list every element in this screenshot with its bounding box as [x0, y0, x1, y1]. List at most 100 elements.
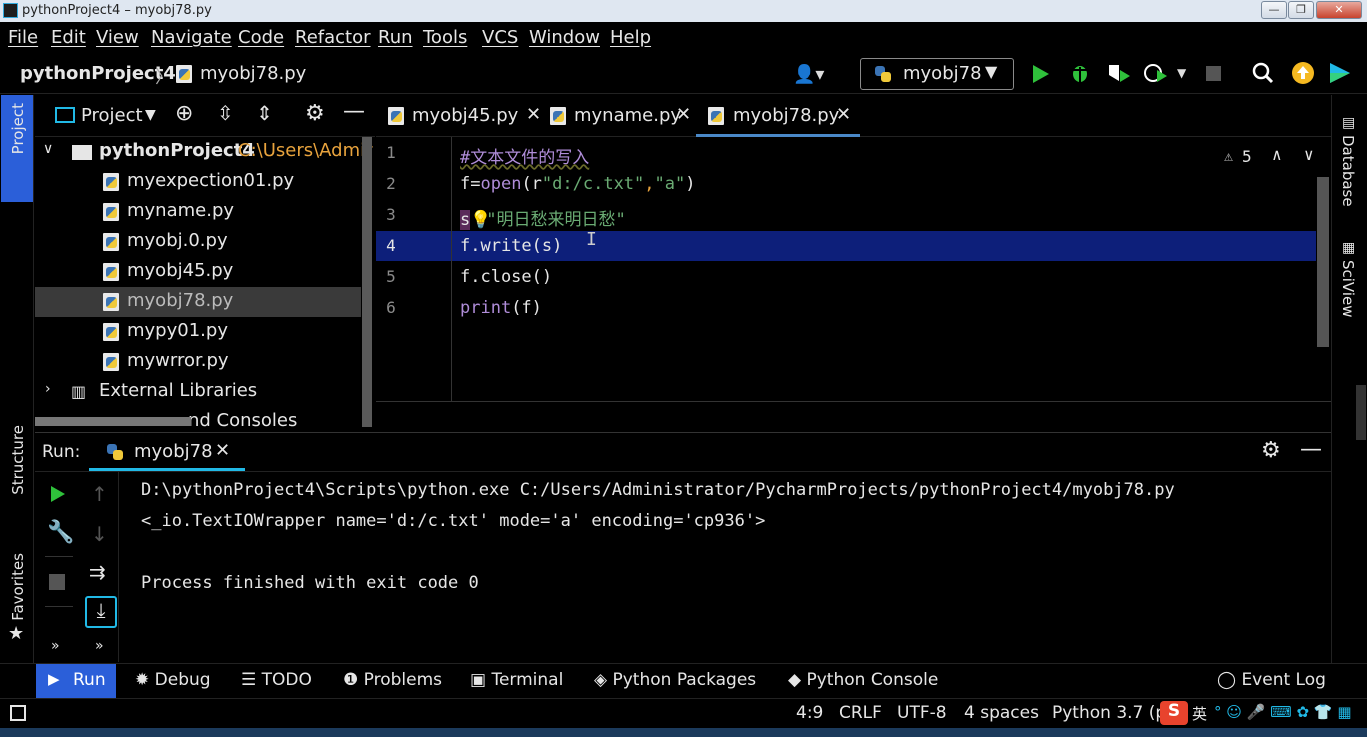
menu-view[interactable]: View: [96, 27, 139, 48]
terminal-tool-button[interactable]: ▣ Terminal: [470, 670, 563, 690]
favorites-tool-tab[interactable]: Favorites: [9, 553, 27, 621]
menu-edit[interactable]: Edit: [51, 27, 86, 48]
cursor-position[interactable]: 4:9: [796, 703, 823, 723]
chevron-right-icon[interactable]: ›: [45, 381, 51, 397]
close-tab-icon[interactable]: ✕: [676, 104, 691, 125]
more-actions-icon[interactable]: »: [95, 638, 104, 654]
stop-icon[interactable]: [49, 574, 65, 590]
tree-root-folder[interactable]: ∨ pythonProject4 C:\Users\Admir: [35, 137, 373, 167]
tree-external-libraries[interactable]: › ▥ External Libraries: [35, 377, 361, 407]
python-console-tool-button[interactable]: ◆ Python Console: [788, 670, 938, 690]
user-account-icon[interactable]: 👤▾: [793, 64, 824, 85]
run-tab-myobj78[interactable]: myobj78 ✕: [89, 433, 245, 471]
menu-tools[interactable]: Tools: [423, 27, 467, 48]
tree-file-item[interactable]: myexpection01.py: [35, 167, 361, 197]
hide-panel-icon[interactable]: —: [343, 99, 365, 124]
hide-panel-icon[interactable]: —: [1300, 437, 1322, 462]
collapse-all-icon[interactable]: ⇕: [256, 101, 273, 125]
vertical-scrollbar[interactable]: [1356, 385, 1366, 440]
menu-vcs[interactable]: VCS: [482, 27, 518, 48]
more-run-options-icon[interactable]: ▼: [1177, 66, 1186, 80]
down-arrow-icon[interactable]: ↓: [91, 522, 108, 546]
rerun-icon[interactable]: [49, 484, 67, 504]
profile-icon[interactable]: [1143, 62, 1173, 84]
settings-gear-icon[interactable]: ⚙: [1261, 438, 1281, 463]
project-view-select[interactable]: Project: [81, 105, 143, 126]
run-console-output[interactable]: D:\pythonProject4\Scripts\python.exe C:/…: [120, 472, 1331, 662]
menu-window[interactable]: Window: [529, 27, 600, 48]
close-tab-icon[interactable]: ✕: [526, 104, 541, 125]
todo-tool-button[interactable]: ☰ TODO: [241, 670, 312, 690]
lightbulb-icon[interactable]: 💡: [470, 210, 491, 230]
external-libraries-label: External Libraries: [99, 380, 258, 401]
more-actions-icon[interactable]: »: [51, 638, 60, 654]
expand-all-icon[interactable]: ⇳: [217, 101, 234, 125]
menu-help[interactable]: Help: [610, 27, 651, 48]
tab-myobj45[interactable]: myobj45.py ✕: [386, 95, 544, 137]
scroll-to-end-icon[interactable]: ⤓: [85, 596, 117, 628]
ime-language[interactable]: 英: [1192, 703, 1207, 724]
menu-run[interactable]: Run: [378, 27, 413, 48]
menu-file[interactable]: File: [8, 27, 38, 48]
chevron-down-icon[interactable]: ▼: [145, 107, 156, 123]
warning-count[interactable]: 5: [1242, 147, 1252, 166]
code-editor[interactable]: 1 2 3 4 5 6 #文本文件的写入 f=open(r"d:/c.txt",…: [376, 137, 1331, 402]
close-tab-icon[interactable]: ✕: [836, 104, 851, 125]
window-title: pythonProject4 – myobj78.py: [22, 3, 212, 18]
layout-toggle-icon[interactable]: [10, 705, 26, 721]
menu-code[interactable]: Code: [238, 27, 284, 48]
next-highlight-icon[interactable]: ∨: [1304, 145, 1314, 164]
problems-tool-button[interactable]: ❶ Problems: [343, 670, 442, 690]
update-icon[interactable]: [1291, 61, 1315, 85]
settings-gear-icon[interactable]: ⚙: [305, 101, 325, 126]
jetbrains-toolbox-icon[interactable]: [1328, 61, 1352, 85]
menu-refactor[interactable]: Refactor: [295, 27, 371, 48]
tree-scratches[interactable]: nd Consoles: [35, 407, 361, 430]
run-configuration-select[interactable]: myobj78 ▼: [860, 58, 1014, 90]
editor-scrollbar[interactable]: [1317, 177, 1329, 347]
search-icon[interactable]: [1252, 62, 1274, 84]
horizontal-scrollbar[interactable]: [35, 417, 191, 426]
debug-tool-button[interactable]: ✹ Debug: [135, 670, 211, 690]
python-packages-tool-button[interactable]: ◈ Python Packages: [594, 670, 756, 690]
warning-icon[interactable]: ⚠: [1224, 147, 1233, 165]
breadcrumb-file[interactable]: myobj78.py: [200, 63, 306, 84]
previous-highlight-icon[interactable]: ∧: [1272, 145, 1282, 164]
vertical-scrollbar[interactable]: [362, 137, 372, 427]
tab-myname[interactable]: myname.py ✕: [548, 95, 694, 137]
python-interpreter[interactable]: Python 3.7 (p: [1052, 703, 1166, 723]
chevron-down-icon[interactable]: ∨: [43, 141, 53, 157]
event-log-tool-button[interactable]: ◯ Event Log: [1217, 670, 1326, 690]
locate-file-icon[interactable]: ⊕: [175, 101, 193, 126]
line-separator[interactable]: CRLF: [839, 703, 882, 723]
stop-icon[interactable]: [1206, 66, 1221, 81]
tab-myobj78[interactable]: myobj78.py ✕: [696, 95, 860, 137]
file-encoding[interactable]: UTF-8: [897, 703, 947, 723]
ime-logo-icon[interactable]: S: [1160, 701, 1188, 725]
ime-toolbar-icons[interactable]: ° ☺ 🎤 ⌨ ✿ 👕 ▦: [1214, 703, 1352, 721]
close-tab-icon[interactable]: ✕: [215, 440, 230, 461]
debug-icon[interactable]: [1069, 62, 1091, 84]
indent-setting[interactable]: 4 spaces: [964, 703, 1039, 723]
tree-file-item[interactable]: myobj.0.py: [35, 227, 361, 257]
wrench-icon[interactable]: 🔧: [47, 520, 74, 545]
sciview-tool-tab[interactable]: SciView: [1339, 260, 1357, 318]
project-tool-tab[interactable]: Project: [1, 95, 33, 202]
close-window-button[interactable]: ✕: [1316, 1, 1362, 19]
soft-wrap-icon[interactable]: ⇉: [89, 560, 106, 584]
run-tool-button[interactable]: ▶ Run: [36, 664, 116, 699]
run-with-coverage-icon[interactable]: [1106, 62, 1132, 84]
tree-file-item[interactable]: mywrror.py: [35, 347, 361, 377]
up-arrow-icon[interactable]: ↑: [91, 482, 108, 506]
tree-file-item-selected[interactable]: myobj78.py: [35, 287, 361, 317]
breadcrumb-project[interactable]: pythonProject4: [20, 63, 176, 84]
tree-file-item[interactable]: mypy01.py: [35, 317, 361, 347]
run-icon[interactable]: [1031, 63, 1051, 85]
maximize-button[interactable]: ❐: [1288, 1, 1314, 19]
tree-file-item[interactable]: myobj45.py: [35, 257, 361, 287]
database-tool-tab[interactable]: Database: [1339, 135, 1357, 207]
structure-tool-tab[interactable]: Structure: [9, 425, 27, 495]
minimize-button[interactable]: —: [1261, 1, 1287, 19]
tree-file-item[interactable]: myname.py: [35, 197, 361, 227]
menu-navigate[interactable]: Navigate: [151, 27, 232, 48]
